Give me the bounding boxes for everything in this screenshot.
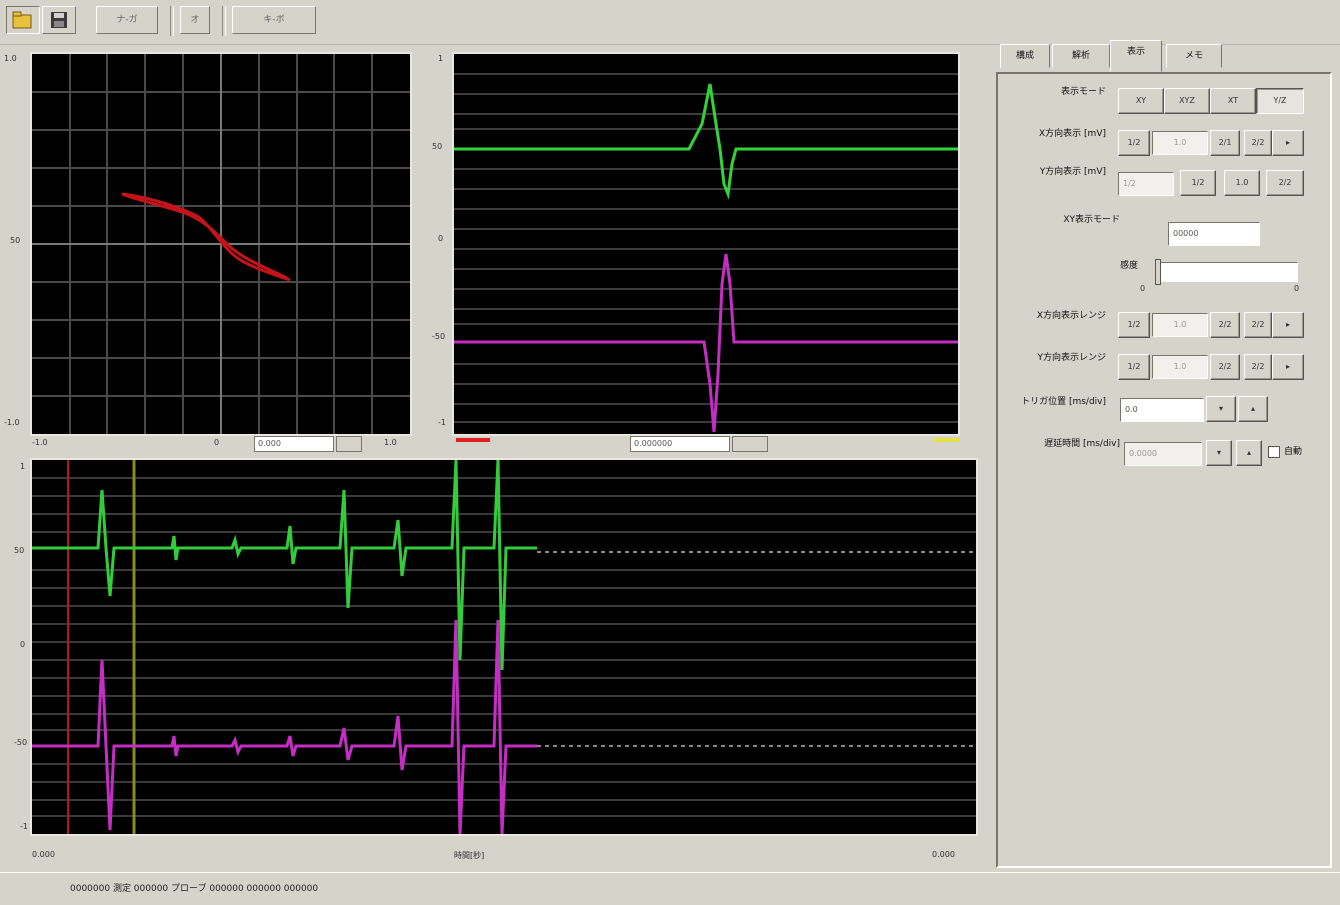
y-display-label: Y方向表示 [mV]: [1039, 167, 1106, 177]
pretrigger-label: 遅延時間 [ms/div]: [1044, 439, 1120, 449]
pretrigger-field[interactable]: 0.0000: [1124, 442, 1202, 466]
tr-y-tick-4: -50: [432, 332, 446, 341]
y-tick-mid: 50: [10, 236, 21, 245]
auto-label: 自動: [1284, 447, 1303, 457]
x-display-double-button[interactable]: 2/1: [1210, 130, 1240, 156]
x-tick-mid: 0: [214, 438, 220, 447]
xy-mode-field[interactable]: 00000: [1168, 222, 1260, 246]
mode-xy-button[interactable]: XY: [1118, 88, 1164, 114]
save-button[interactable]: [42, 6, 76, 34]
folder-icon: [12, 11, 32, 29]
toolbar-button-5[interactable]: キ-ボ: [232, 6, 316, 34]
channel-2-trace: [454, 253, 958, 433]
mode-xyz-button[interactable]: XYZ: [1164, 88, 1210, 114]
y-range-label: Y方向表示レンジ: [1037, 353, 1107, 363]
b-y-tick-2: 50: [14, 546, 25, 555]
xy-plot-canvas: [32, 54, 410, 434]
x-range-label: X方向表示レンジ: [1036, 311, 1106, 321]
slider-min: 0: [1140, 284, 1146, 293]
pretrigger-up-button[interactable]: ▴: [1236, 440, 1262, 466]
waveform-plot-detail[interactable]: [452, 52, 960, 436]
tab-config[interactable]: 構成: [1000, 44, 1050, 68]
x-range-double-button[interactable]: 2/2: [1210, 312, 1240, 338]
y-tick-top: 1.0: [4, 54, 17, 63]
toolbar-separator: [170, 6, 174, 36]
waveform-detail-canvas: [454, 73, 958, 433]
pretrigger-down-button[interactable]: ▾: [1206, 440, 1232, 466]
overview-channel-1-trace: [32, 460, 537, 671]
status-text: 0000000 測定 000000 プローブ 000000 000000 000…: [70, 884, 319, 894]
trigger-label: トリガ位置 [ms/div]: [1021, 397, 1106, 407]
x-range-value[interactable]: 1.0: [1152, 313, 1208, 337]
detail-readout: 0.000000: [630, 436, 730, 452]
tr-y-tick-1: 1: [438, 54, 444, 63]
display-mode-label: 表示モード: [1060, 87, 1106, 97]
trigger-field[interactable]: 0.0: [1120, 398, 1204, 422]
y-range-value[interactable]: 1.0: [1152, 355, 1208, 379]
y-display-half-button[interactable]: 1/2: [1180, 170, 1216, 196]
b-x-right: 0.000: [932, 850, 955, 859]
x-range-up-button[interactable]: ▸: [1272, 312, 1304, 338]
tab-memo[interactable]: メモ: [1166, 44, 1222, 68]
y-range-down-button[interactable]: 2/2: [1244, 354, 1272, 380]
b-y-tick-1: 1: [20, 462, 26, 471]
tab-display[interactable]: 表示: [1110, 40, 1162, 72]
channel-1-trace: [454, 83, 958, 200]
auto-checkbox[interactable]: [1268, 446, 1280, 458]
xy-readout: 0.000: [254, 436, 334, 452]
y-display-double-button[interactable]: 2/2: [1266, 170, 1304, 196]
channel-marker-red: [456, 438, 490, 442]
b-x-center: 時間[秒]: [454, 851, 485, 860]
mode-xt-button[interactable]: XT: [1210, 88, 1256, 114]
gain-slider-thumb[interactable]: [1155, 259, 1161, 285]
x-tick-right: 1.0: [384, 438, 397, 447]
y-range-half-button[interactable]: 1/2: [1118, 354, 1150, 380]
open-folder-button[interactable]: [6, 6, 40, 34]
trigger-up-button[interactable]: ▴: [1238, 396, 1268, 422]
waveform-plot-overview[interactable]: [30, 458, 978, 836]
x-tick-left: -1.0: [32, 438, 48, 447]
status-bar: 0000000 測定 000000 プローブ 000000 000000 000…: [0, 872, 1340, 905]
tab-analysis[interactable]: 解析: [1052, 44, 1110, 68]
tr-y-tick-2: 50: [432, 142, 443, 151]
waveform-overview-canvas: [32, 460, 976, 834]
y-display-one-button[interactable]: 1.0: [1224, 170, 1260, 196]
b-y-tick-4: -50: [14, 738, 28, 747]
toolbar-separator: [222, 6, 226, 36]
xy-readout-spin[interactable]: [336, 436, 362, 452]
toolbar-button-4[interactable]: オ: [180, 6, 210, 34]
tr-y-tick-3: 0: [438, 234, 444, 243]
x-range-down-button[interactable]: 2/2: [1244, 312, 1272, 338]
x-range-half-button[interactable]: 1/2: [1118, 312, 1150, 338]
x-display-half-button[interactable]: 1/2: [1118, 130, 1150, 156]
y-display-value[interactable]: 1/2: [1118, 172, 1174, 196]
x-display-up-button[interactable]: ▸: [1272, 130, 1304, 156]
mode-yz-button[interactable]: Y/Z: [1256, 88, 1304, 114]
b-y-tick-3: 0: [20, 640, 26, 649]
x-display-down-button[interactable]: 2/2: [1244, 130, 1272, 156]
gain-slider[interactable]: [1155, 259, 1298, 285]
x-display-value[interactable]: 1.0: [1152, 131, 1208, 155]
toolbar-button-3[interactable]: ナ-ガ: [96, 6, 158, 34]
y-range-double-button[interactable]: 2/2: [1210, 354, 1240, 380]
detail-readout-spin[interactable]: [732, 436, 768, 452]
x-display-label: X方向表示 [mV]: [1039, 129, 1106, 139]
xy-mode-label: XY表示モード: [1063, 215, 1120, 225]
gain-label: 感度: [1119, 261, 1138, 271]
toolbar: ナ-ガ オ キ-ボ: [0, 0, 1340, 45]
b-x-left: 0.000: [32, 850, 55, 859]
disk-icon: [51, 12, 67, 28]
y-tick-bottom: -1.0: [4, 418, 20, 427]
b-y-tick-5: -1: [20, 822, 28, 831]
xy-plot[interactable]: [30, 52, 412, 436]
trigger-down-button[interactable]: ▾: [1206, 396, 1236, 422]
channel-marker-yellow: [934, 438, 960, 442]
tr-y-tick-5: -1: [438, 418, 446, 427]
y-range-up-button[interactable]: ▸: [1272, 354, 1304, 380]
slider-max: 0: [1294, 284, 1300, 293]
